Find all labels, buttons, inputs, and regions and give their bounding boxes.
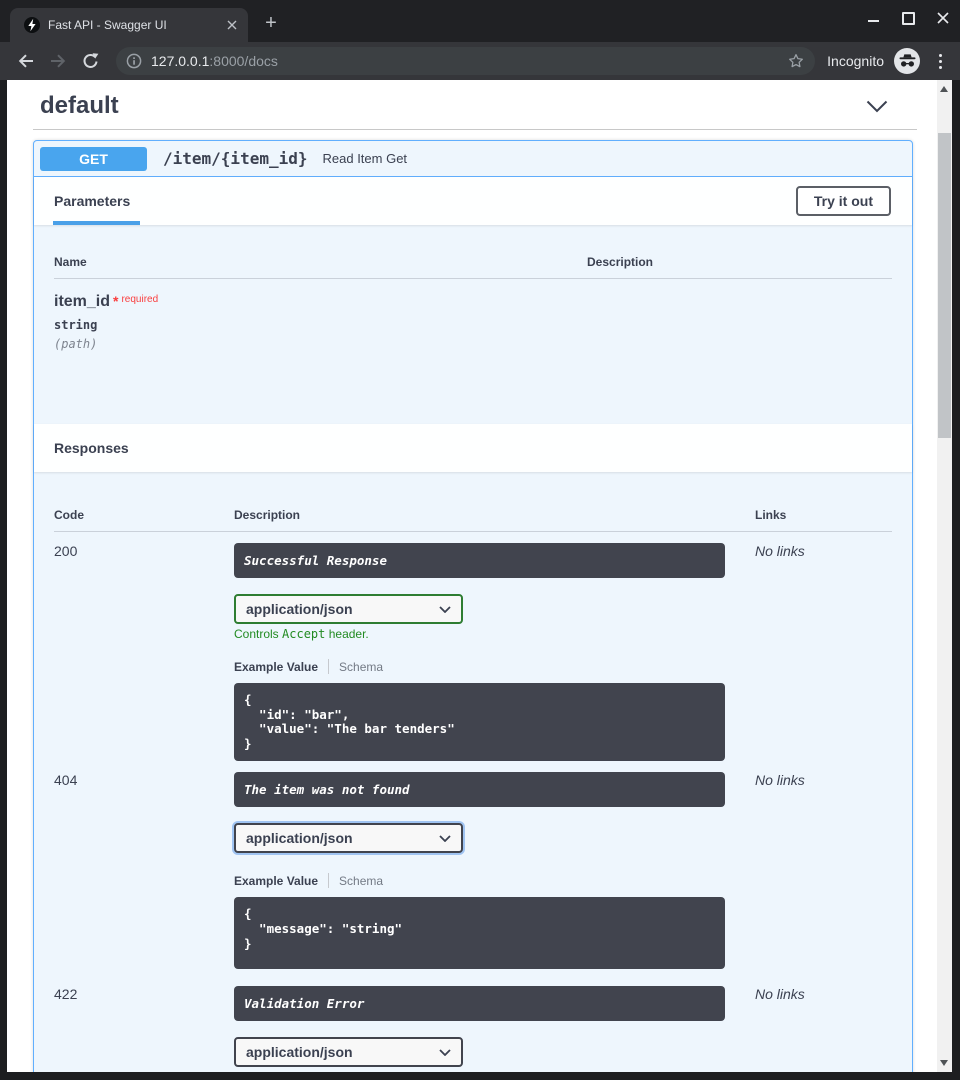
browser-tab[interactable]: Fast API - Swagger UI xyxy=(10,8,248,42)
required-star: * xyxy=(113,293,118,309)
response-links: No links xyxy=(755,543,892,761)
media-type-value: application/json xyxy=(246,830,353,846)
example-tabs: Example Value Schema xyxy=(234,659,755,674)
bookmark-star-icon[interactable] xyxy=(787,52,805,70)
tab-separator xyxy=(328,873,329,888)
parameters-header: Parameters Try it out xyxy=(34,177,912,225)
col-description: Description xyxy=(234,508,755,522)
try-it-out-button[interactable]: Try it out xyxy=(796,186,891,216)
browser-menu-icon[interactable] xyxy=(930,51,950,71)
required-label: required xyxy=(121,294,158,305)
responses-title: Responses xyxy=(54,440,129,456)
col-name: Name xyxy=(54,255,587,269)
browser-toolbar: 127.0.0.1:8000/docs Incognito xyxy=(0,42,960,80)
scroll-up-icon[interactable] xyxy=(940,86,948,92)
tab-title: Fast API - Swagger UI xyxy=(48,18,224,32)
media-type-select[interactable]: application/json xyxy=(234,823,463,853)
media-type-value: application/json xyxy=(246,601,353,617)
parameter-name: item_id xyxy=(54,293,110,310)
operation-summary[interactable]: GET /item/{item_id} Read Item Get xyxy=(34,141,912,177)
chevron-down-icon[interactable] xyxy=(866,100,888,113)
response-description-box: Successful Response xyxy=(234,543,725,578)
response-description-box: The item was not found xyxy=(234,772,725,807)
window-controls xyxy=(866,11,950,25)
minimize-button[interactable] xyxy=(866,11,880,25)
url-text: 127.0.0.1:8000/docs xyxy=(151,53,787,69)
media-type-select[interactable]: application/json xyxy=(234,1037,463,1067)
col-description: Description xyxy=(587,255,892,269)
response-links: No links xyxy=(755,986,892,1072)
parameters-tab-underline xyxy=(53,221,140,225)
back-icon[interactable] xyxy=(15,50,37,72)
controls-accept-note: Controls Accept header. xyxy=(234,627,755,641)
forward-icon[interactable] xyxy=(47,50,69,72)
response-code: 422 xyxy=(54,986,234,1072)
page-scrollbar[interactable] xyxy=(937,80,952,1072)
parameter-location: (path) xyxy=(54,337,892,351)
media-type-value: application/json xyxy=(246,1044,353,1060)
fastapi-favicon-icon xyxy=(24,17,40,33)
new-tab-button[interactable]: + xyxy=(258,11,284,37)
scrollbar-thumb[interactable] xyxy=(938,133,951,438)
example-tabs: Example Value Schema xyxy=(234,873,755,888)
parameters-table-head: Name Description xyxy=(54,255,892,279)
site-info-icon[interactable] xyxy=(126,53,142,69)
response-description-box: Validation Error xyxy=(234,986,725,1021)
tab-close-icon[interactable] xyxy=(224,17,240,33)
tab-separator xyxy=(328,659,329,674)
tab-example-value[interactable]: Example Value xyxy=(234,660,318,674)
reload-icon[interactable] xyxy=(79,50,101,72)
maximize-button[interactable] xyxy=(901,11,915,25)
col-code: Code xyxy=(54,508,234,522)
parameter-row: item_id*required string (path) xyxy=(54,293,892,351)
responses-header: Responses xyxy=(34,424,912,472)
swagger-page: default GET /item/{item_id} Read Item Ge… xyxy=(7,80,937,1072)
parameter-type: string xyxy=(54,318,892,332)
responses-table-head: Code Description Links xyxy=(54,508,892,532)
responses-body: Code Description Links 200 Successful Re… xyxy=(34,472,912,1072)
tab-schema[interactable]: Schema xyxy=(339,874,383,888)
media-type-select[interactable]: application/json xyxy=(234,594,463,624)
close-button[interactable] xyxy=(936,11,950,25)
response-code: 200 xyxy=(54,543,234,761)
tab-example-value[interactable]: Example Value xyxy=(234,874,318,888)
response-links: No links xyxy=(755,772,892,969)
browser-window: Fast API - Swagger UI + 12 xyxy=(0,0,960,1080)
col-links: Links xyxy=(755,508,892,522)
example-json-box: { "message": "string" } xyxy=(234,897,725,969)
tag-section-header[interactable]: default xyxy=(7,80,937,123)
example-json-box: { "id": "bar", "value": "The bar tenders… xyxy=(234,683,725,761)
response-code: 404 xyxy=(54,772,234,969)
operation-path: /item/{item_id} xyxy=(163,149,308,168)
tag-title: default xyxy=(40,92,119,120)
operation-description: Read Item Get xyxy=(323,151,408,166)
incognito-label: Incognito xyxy=(827,53,884,69)
tab-parameters[interactable]: Parameters xyxy=(54,193,130,209)
incognito-icon xyxy=(894,48,920,74)
method-badge: GET xyxy=(40,147,147,171)
tab-schema[interactable]: Schema xyxy=(339,660,383,674)
response-row-200: 200 Successful Response application/json… xyxy=(54,538,892,761)
parameters-body: Name Description item_id*required string… xyxy=(34,225,912,424)
address-bar[interactable]: 127.0.0.1:8000/docs xyxy=(116,47,815,75)
response-row-422: 422 Validation Error application/json Ex… xyxy=(54,981,892,1072)
tag-divider xyxy=(33,129,917,130)
response-row-404: 404 The item was not found application/j… xyxy=(54,767,892,969)
title-bar: Fast API - Swagger UI + xyxy=(0,0,960,42)
opblock-get: GET /item/{item_id} Read Item Get Parame… xyxy=(33,140,913,1072)
scroll-down-icon[interactable] xyxy=(940,1060,948,1066)
page-content: default GET /item/{item_id} Read Item Ge… xyxy=(7,80,952,1072)
